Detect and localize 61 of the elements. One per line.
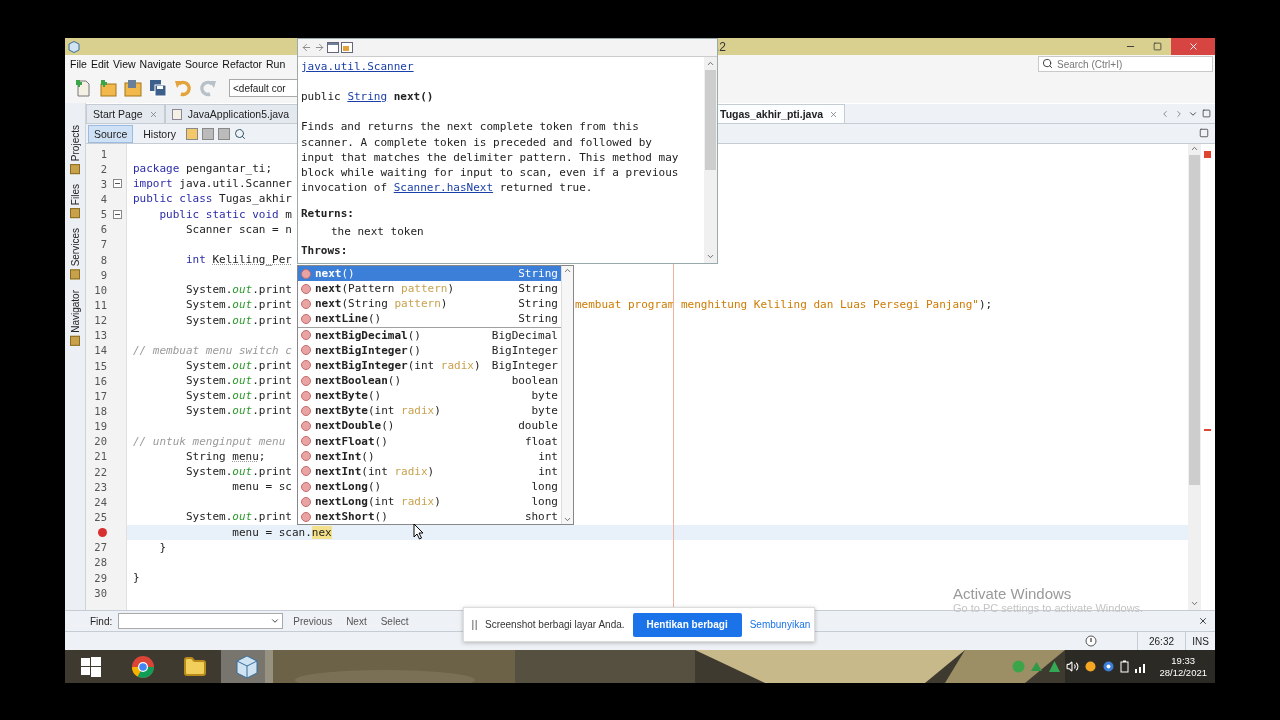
line-number: 29: [93, 571, 107, 584]
code-text: Scanner scan = n: [184, 222, 292, 236]
code-text: System.out.print: [184, 404, 292, 418]
line-number: 7: [99, 238, 107, 251]
line-number: 13: [93, 329, 107, 342]
code-text: menu = sc: [231, 480, 292, 494]
line-number: 20: [93, 435, 107, 448]
code-text: package pengantar_ti;: [133, 162, 273, 176]
line-number: 11: [93, 298, 107, 311]
code-text: public static void m: [158, 207, 292, 221]
throws-heading: Throws:: [301, 242, 349, 259]
share-message: Screenshot berbagi layar Anda.: [485, 619, 625, 630]
clock-time: 19:33: [1171, 654, 1196, 667]
code-text: }: [133, 571, 140, 584]
code-text: int Keliling_Per: [184, 253, 292, 267]
code-text: System.out.print: [184, 510, 292, 524]
code-text: menu = scan.nex: [231, 525, 332, 539]
line-number: 14: [93, 344, 107, 357]
code-text: membuat program menghitung Keliling dan Luas Persegi Panjang");: [575, 298, 993, 312]
code-text: System.out.print: [184, 465, 292, 478]
line-number: 3: [99, 177, 107, 190]
line-number: 22: [93, 465, 107, 478]
code-text: System.out.print: [184, 374, 292, 388]
line-number: 15: [93, 359, 107, 372]
line-number: 18: [93, 404, 107, 417]
line-number: 6: [99, 223, 107, 236]
code-text: System.out.print: [184, 389, 292, 403]
line-number: 2: [99, 162, 107, 175]
code-text: String menu;: [184, 449, 266, 463]
line-number: 1: [99, 147, 107, 160]
code-text: System.out.print: [184, 298, 292, 312]
code-text: }: [158, 540, 167, 554]
code-text: System.out.print: [184, 283, 292, 297]
line-number: 17: [93, 389, 107, 402]
code-text: import java.util.Scanner: [133, 177, 292, 191]
line-number: 4: [99, 193, 107, 205]
line-number: 24: [93, 495, 107, 508]
line-number: 19: [93, 420, 107, 433]
line-number: 12: [93, 314, 107, 327]
line-number: 30: [93, 586, 107, 599]
returns-text: the next token: [330, 223, 425, 239]
code-text: System.out.print: [184, 359, 292, 373]
line-number: 16: [93, 374, 107, 387]
line-number: 8: [99, 253, 107, 266]
code-text: public class Tugas_akhir: [133, 192, 292, 206]
line-number: 27: [93, 541, 107, 554]
returns-heading: Returns:: [301, 206, 355, 222]
find-label: Find:: [90, 615, 113, 627]
code-text: // untuk menginput menu: [133, 434, 286, 448]
line-number: 5: [99, 208, 107, 221]
code-text: System.out.print: [184, 313, 292, 327]
activation-title: Activate Windows: [953, 585, 1073, 602]
line-number: 21: [93, 450, 107, 463]
code-text: // membuat menu switch c: [133, 343, 292, 357]
line-number: 28: [93, 556, 107, 569]
line-number: 10: [93, 283, 107, 296]
line-number: 25: [93, 510, 107, 523]
line-number: 9: [99, 268, 107, 281]
method-signature: next(): [392, 89, 434, 105]
line-number: 23: [93, 480, 107, 493]
clock-date: 28/12/2021: [1159, 666, 1207, 679]
